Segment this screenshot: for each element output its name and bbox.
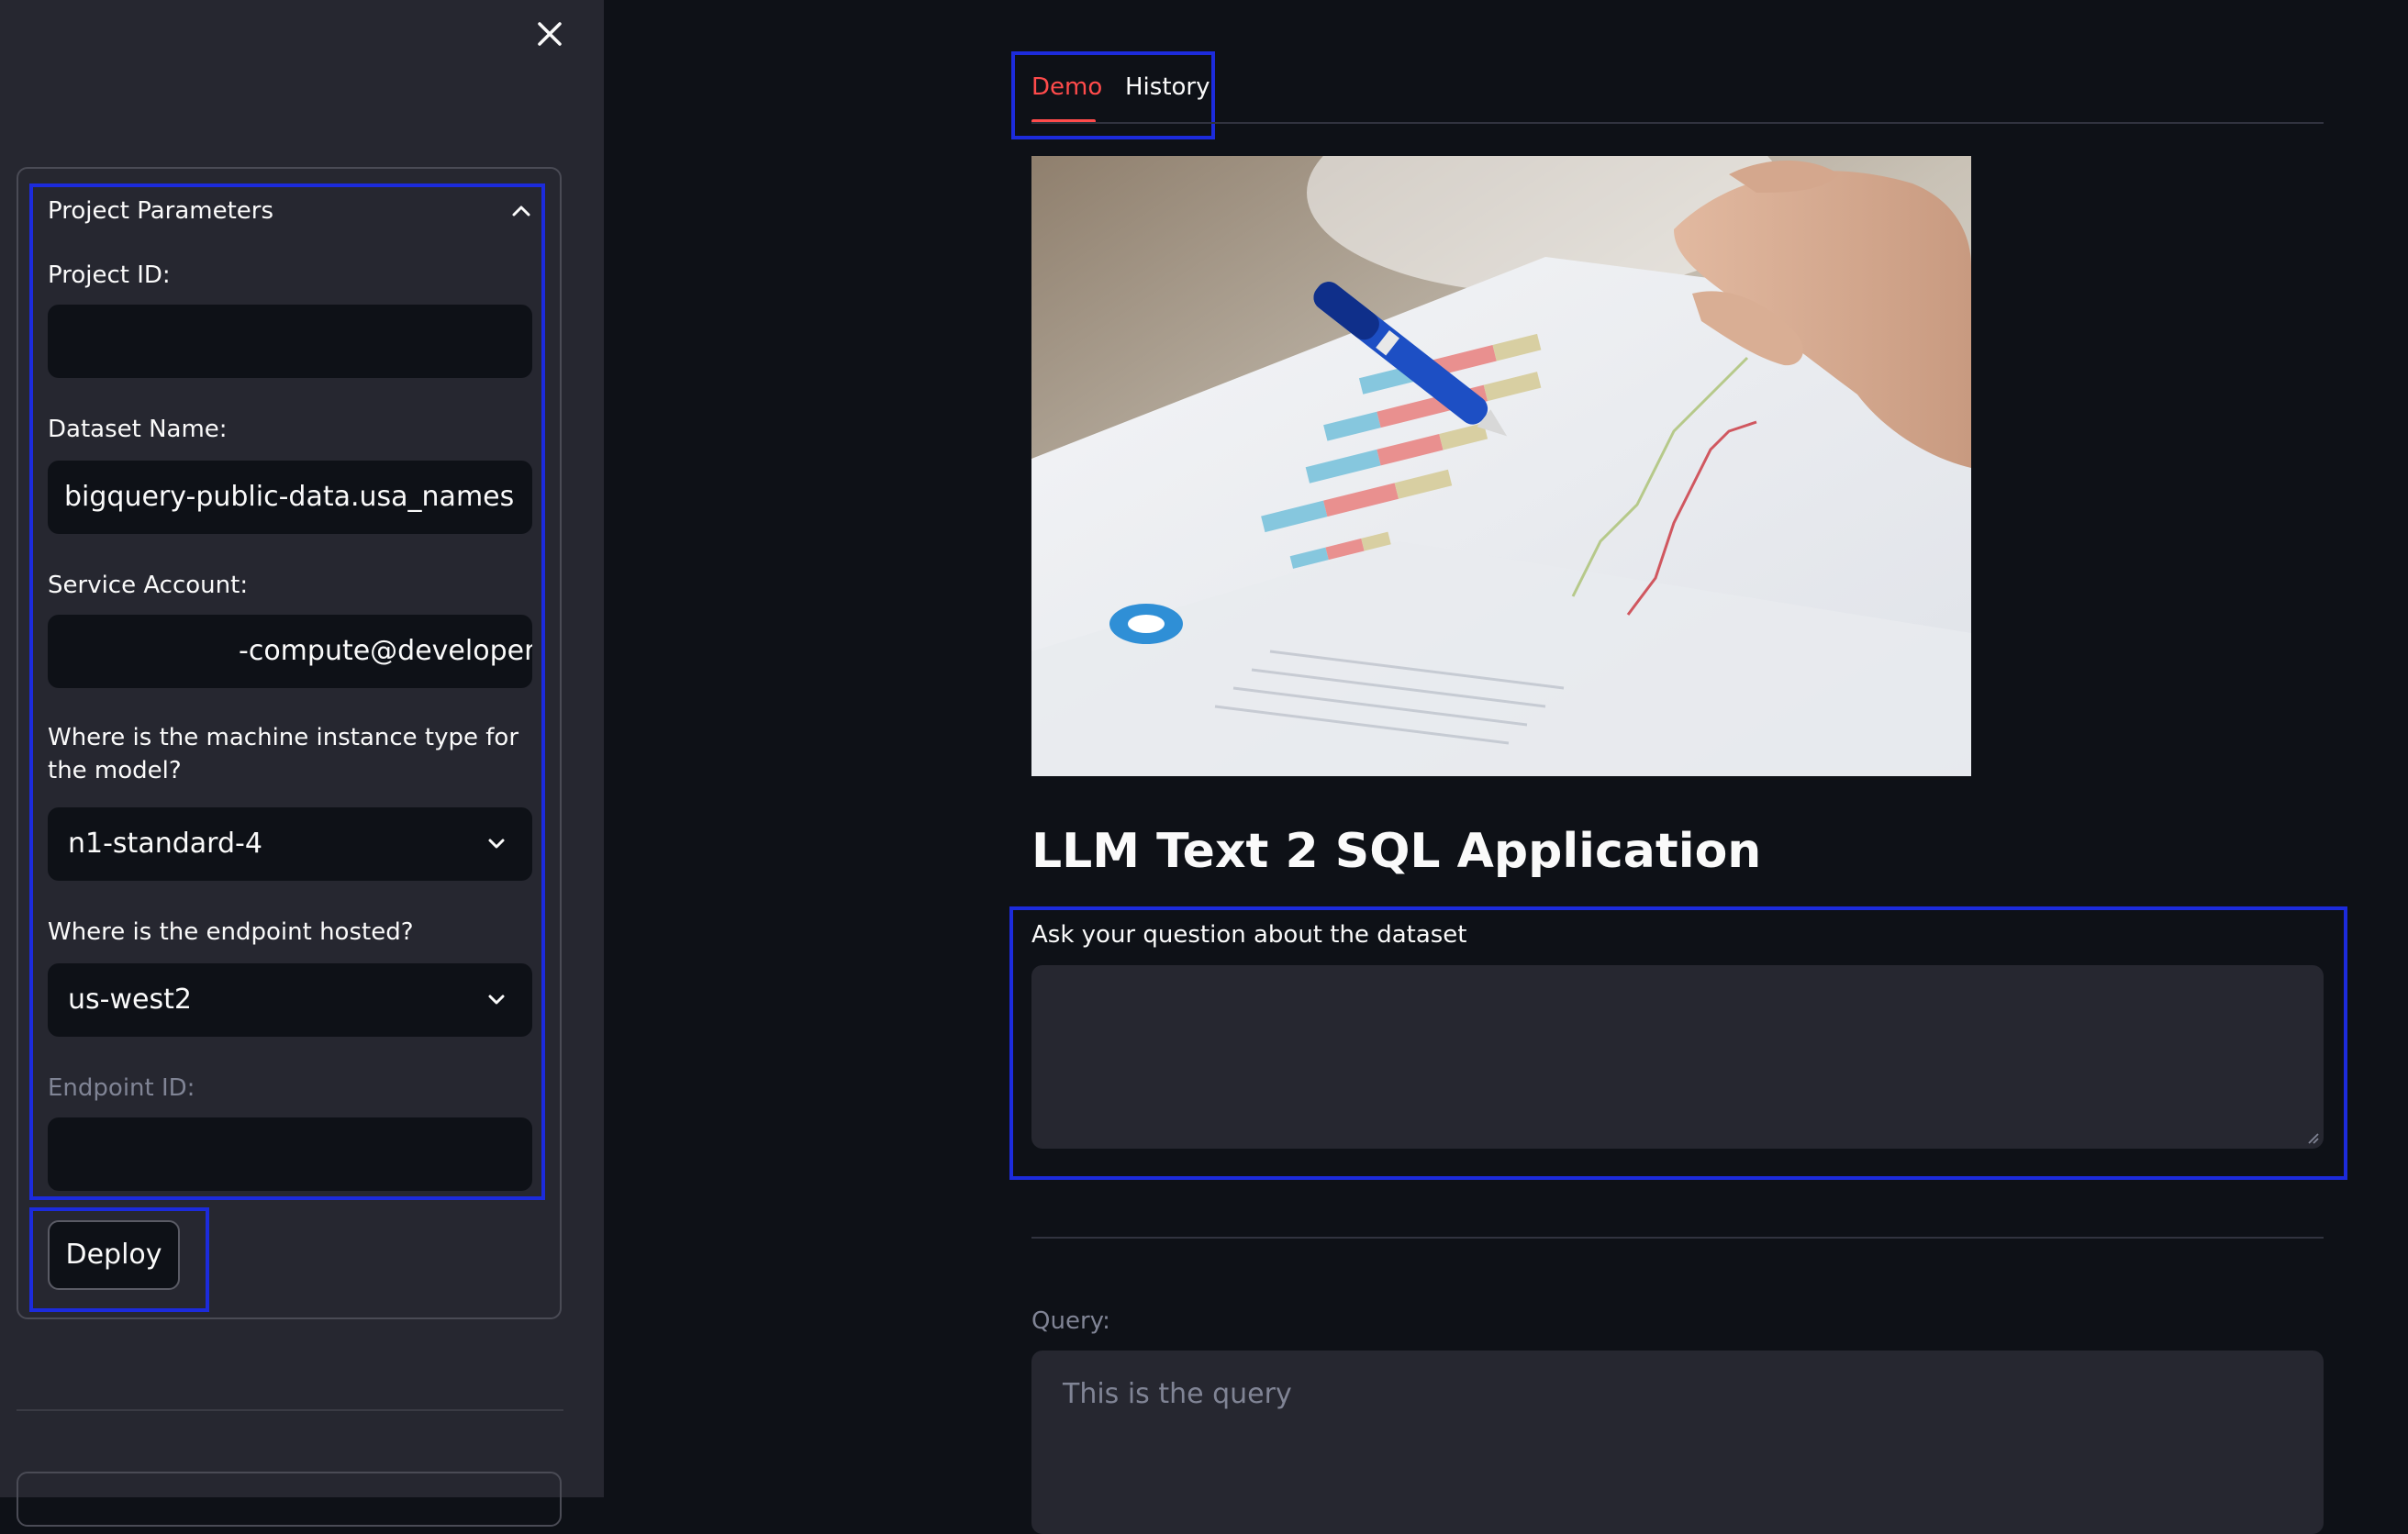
endpoint-id-label: Endpoint ID: (48, 1074, 195, 1102)
dataset-name-input[interactable]: bigquery-public-data.usa_names (48, 461, 532, 534)
query-textarea[interactable]: This is the query (1031, 1351, 2324, 1534)
endpoint-region-select[interactable]: us-west2 (48, 963, 532, 1037)
expander-title: Project Parameters (48, 197, 274, 225)
query-label: Query: (1031, 1307, 1110, 1335)
question-label: Ask your question about the dataset (1031, 921, 1467, 949)
project-id-label: Project ID: (48, 261, 171, 289)
service-account-label: Service Account: (48, 572, 249, 599)
sidebar: Project Parameters Project ID: Dataset N… (0, 0, 604, 1527)
service-account-input[interactable]: -compute@developer.gserviceaccount.com (48, 615, 532, 688)
endpoint-id-input[interactable] (48, 1117, 532, 1191)
close-sidebar-icon[interactable] (532, 17, 567, 51)
question-textarea[interactable] (1031, 965, 2324, 1149)
machine-type-select[interactable]: n1-standard-4 (48, 807, 532, 881)
project-id-input[interactable] (48, 305, 532, 378)
query-placeholder: This is the query (1063, 1378, 1292, 1410)
tab-history[interactable]: History (1125, 68, 1210, 106)
endpoint-region-label: Where is the endpoint hosted? (48, 918, 414, 946)
deploy-button[interactable]: Deploy (48, 1220, 180, 1290)
hero-image (1031, 156, 1971, 776)
tabs-divider (1031, 122, 2324, 124)
chevron-down-icon (488, 995, 505, 1005)
dataset-name-label: Dataset Name: (48, 416, 228, 443)
chevron-up-icon (512, 206, 530, 217)
machine-type-label: Where is the machine instance type for t… (48, 724, 519, 784)
chevron-down-icon (488, 839, 505, 849)
expander-header[interactable]: Project Parameters (48, 195, 534, 228)
sidebar-divider (17, 1409, 563, 1411)
tab-demo[interactable]: Demo (1031, 68, 1102, 106)
resize-grip-icon[interactable] (2307, 1132, 2320, 1145)
page-title: LLM Text 2 SQL Application (1031, 824, 1762, 879)
sidebar-next-expander[interactable] (17, 1472, 562, 1527)
main-divider (1031, 1237, 2324, 1239)
